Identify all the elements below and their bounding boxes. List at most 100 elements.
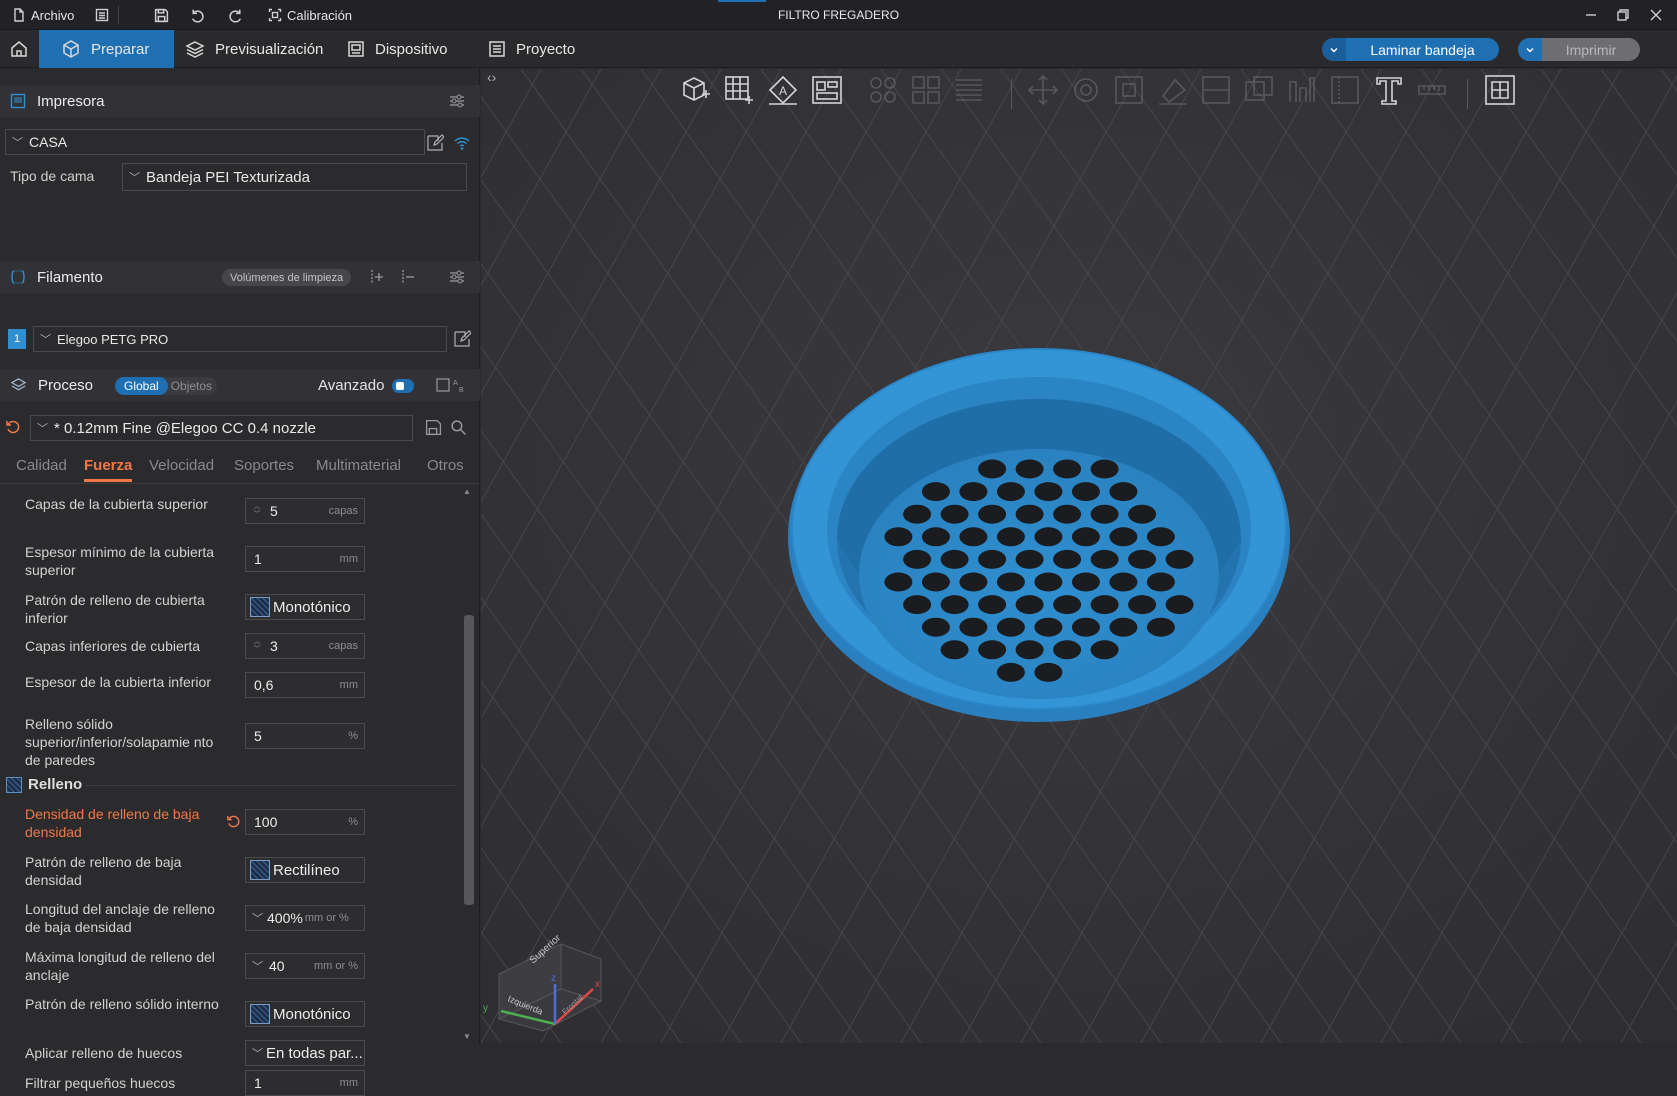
title-bar: Archivo Calibración FILTRO FREGADERO [0, 0, 1677, 30]
scrollbar-thumb[interactable] [464, 615, 474, 905]
3d-viewport[interactable]: A ‹› Superior Izquierda Frontal x y z [481, 69, 1677, 1043]
strainer-hole [1071, 482, 1100, 502]
strainer-hole [1034, 572, 1063, 592]
close-button[interactable] [1650, 0, 1662, 30]
subtab-supports[interactable]: Soportes [234, 457, 294, 474]
bottom-surface-pattern-select[interactable]: Monotónico [245, 594, 365, 620]
tab-device[interactable]: Dispositivo [347, 30, 448, 68]
setting-label: Patrón de relleno de baja densidad [25, 854, 182, 888]
strainer-hole [1034, 617, 1063, 637]
subtab-speed[interactable]: Velocidad [149, 457, 214, 474]
add-filament-icon[interactable] [367, 268, 385, 286]
home-button[interactable] [0, 30, 38, 68]
strainer-hole [940, 504, 969, 524]
settings-sliders-icon[interactable] [448, 93, 466, 109]
axis-z-label: z [551, 973, 556, 984]
chevron-down-icon: ﹀ [252, 913, 263, 925]
edit-icon[interactable] [453, 330, 471, 348]
print-dropdown-caret[interactable] [1518, 38, 1542, 61]
subtab-quality[interactable]: Calidad [16, 457, 67, 474]
strainer-hole [996, 617, 1025, 637]
tab-project[interactable]: Proyecto [488, 30, 575, 68]
strainer-hole [940, 595, 969, 615]
undo-button[interactable] [190, 0, 205, 30]
scope-objects[interactable]: Objetos [168, 379, 212, 393]
bed-type-select[interactable]: ﹀ Bandeja PEI Texturizada [122, 163, 467, 191]
strainer-hole [1034, 662, 1063, 682]
bottom-shell-thickness-input[interactable]: 0,6 mm [245, 672, 365, 698]
divider [85, 785, 455, 786]
printer-select[interactable]: ﹀ CASA [5, 129, 425, 155]
bed-type-value: Bandeja PEI Texturizada [146, 168, 310, 186]
tab-prepare[interactable]: Preparar [39, 30, 174, 68]
infill-anchor-max-select[interactable]: ﹀ 40 mm or % [245, 953, 365, 979]
print-button[interactable]: Imprimir [1518, 38, 1640, 61]
infill-anchor-length-select[interactable]: ﹀ 400% mm or % [245, 905, 365, 931]
filament-slot-badge[interactable]: 1 [8, 329, 26, 349]
setting-unit: % [348, 730, 358, 742]
slice-plate-label: Laminar bandeja [1370, 41, 1475, 58]
strainer-hole [959, 527, 988, 547]
bottom-shell-layers-input[interactable]: ︿ ﹀ 3 capas [245, 633, 365, 659]
window-title: FILTRO FREGADERO [777, 8, 900, 22]
subtab-strength[interactable]: Fuerza [84, 457, 132, 474]
sink-strainer-model[interactable] [481, 69, 1677, 1043]
strainer-hole [1146, 617, 1175, 637]
advanced-toggle[interactable] [392, 379, 414, 393]
edit-icon[interactable] [426, 134, 444, 152]
strainer-hole [1090, 504, 1119, 524]
filter-small-gaps-input[interactable]: 1 mm [245, 1070, 365, 1096]
slice-plate-button[interactable]: Laminar bandeja [1322, 38, 1499, 61]
gap-fill-select[interactable]: ﹀ En todas par... [245, 1040, 365, 1066]
redo-button[interactable] [228, 0, 243, 30]
internal-solid-infill-pattern-select[interactable]: Monotónico [245, 1001, 365, 1027]
scroll-down-icon[interactable]: ▼ [463, 1032, 471, 1041]
printer-icon [10, 93, 26, 109]
strainer-hole [884, 527, 913, 547]
pattern-swatch-icon [250, 597, 270, 617]
search-icon[interactable] [450, 419, 467, 436]
strainer-hole [978, 640, 1007, 660]
strainer-hole [940, 640, 969, 660]
file-menu[interactable]: Archivo [12, 0, 74, 30]
orientation-gizmo[interactable]: Superior Izquierda Frontal x y z [481, 919, 621, 1039]
printer-name: CASA [29, 134, 68, 150]
save-icon[interactable] [425, 419, 442, 436]
tab-preview[interactable]: Previsualización [185, 30, 323, 68]
wifi-icon[interactable] [453, 134, 471, 152]
process-subtabs: Calidad Fuerza Velocidad Soportes Multim… [0, 457, 480, 483]
strainer-hole [1015, 549, 1044, 569]
slice-dropdown-caret[interactable] [1322, 38, 1346, 61]
filament-select[interactable]: ﹀ Elegoo PETG PRO [33, 326, 447, 352]
strainer-hole [921, 482, 950, 502]
printer-icon [348, 41, 364, 57]
setting-label: Patrón de relleno sólido interno [25, 996, 219, 1012]
top-shell-thickness-input[interactable]: 1 mm [245, 546, 365, 572]
setting-label: Patrón de relleno de cubierta inferior [25, 592, 205, 626]
scope-global[interactable]: Global [115, 377, 168, 395]
menu-list-button[interactable] [95, 0, 109, 30]
minimize-button[interactable] [1585, 0, 1597, 30]
restore-button[interactable] [1617, 0, 1629, 30]
process-profile-select[interactable]: ﹀ * 0.12mm Fine @Elegoo CC 0.4 nozzle [30, 415, 413, 441]
remove-filament-icon[interactable] [398, 268, 416, 286]
top-shell-layers-input[interactable]: ︿ ﹀ 5 capas [245, 498, 365, 524]
strainer-hole [1053, 459, 1082, 479]
compare-presets-icon[interactable]: AB [436, 376, 470, 394]
settings-sliders-icon[interactable] [448, 269, 466, 285]
infill-section-title: Relleno [28, 776, 83, 793]
sparse-infill-pattern-select[interactable]: Rectilíneo [245, 857, 365, 883]
subtab-multimaterial[interactable]: Multimaterial [316, 457, 401, 474]
list-icon [95, 8, 109, 22]
wall-overlap-input[interactable]: 5 % [245, 723, 365, 749]
reset-icon[interactable] [226, 814, 241, 829]
scroll-up-icon[interactable]: ▲ [463, 487, 471, 496]
reset-icon[interactable] [5, 419, 21, 435]
subtab-others[interactable]: Otros [427, 457, 464, 474]
sparse-infill-density-input[interactable]: 100 % [245, 809, 365, 835]
save-button[interactable] [154, 0, 169, 30]
scope-toggle[interactable]: Global Objetos [115, 377, 217, 395]
scrollbar-track[interactable]: ▲ ▼ [461, 485, 475, 1043]
flush-volumes-button[interactable]: Volúmenes de limpieza [222, 269, 352, 286]
calibration-menu[interactable]: Calibración [268, 0, 352, 30]
